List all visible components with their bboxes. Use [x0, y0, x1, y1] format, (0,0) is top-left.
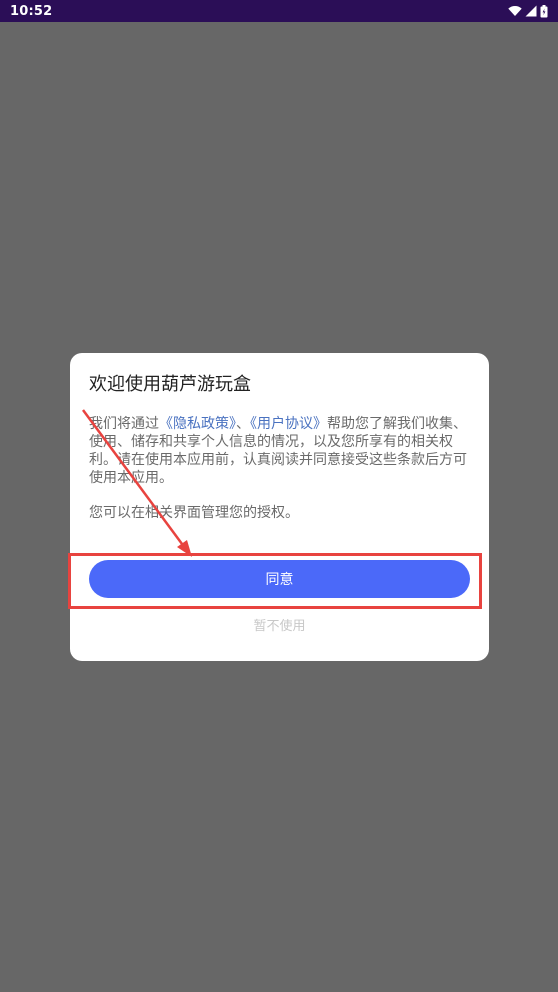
dialog-title: 欢迎使用葫芦游玩盒	[89, 374, 251, 395]
privacy-policy-link[interactable]: 《隐私政策》	[159, 416, 236, 432]
decline-button[interactable]: 暂不使用	[70, 614, 489, 634]
dialog-note: 您可以在相关界面管理您的授权。	[89, 505, 299, 521]
battery-icon	[540, 4, 548, 18]
status-time: 10:52	[10, 3, 53, 19]
status-icons	[508, 4, 548, 18]
signal-icon	[525, 5, 537, 17]
status-bar: 10:52	[0, 0, 558, 22]
privacy-dialog: 欢迎使用葫芦游玩盒 我们将通过《隐私政策》、《用户协议》帮助您了解我们收集、使用…	[70, 353, 489, 661]
wifi-icon	[508, 5, 522, 17]
body-prefix: 我们将通过	[89, 416, 159, 432]
dialog-body: 我们将通过《隐私政策》、《用户协议》帮助您了解我们收集、使用、储存和共享个人信息…	[89, 415, 470, 487]
user-agreement-link[interactable]: 《用户协议》	[250, 416, 327, 432]
body-separator: 、	[236, 416, 250, 432]
agree-button[interactable]: 同意	[89, 560, 470, 598]
